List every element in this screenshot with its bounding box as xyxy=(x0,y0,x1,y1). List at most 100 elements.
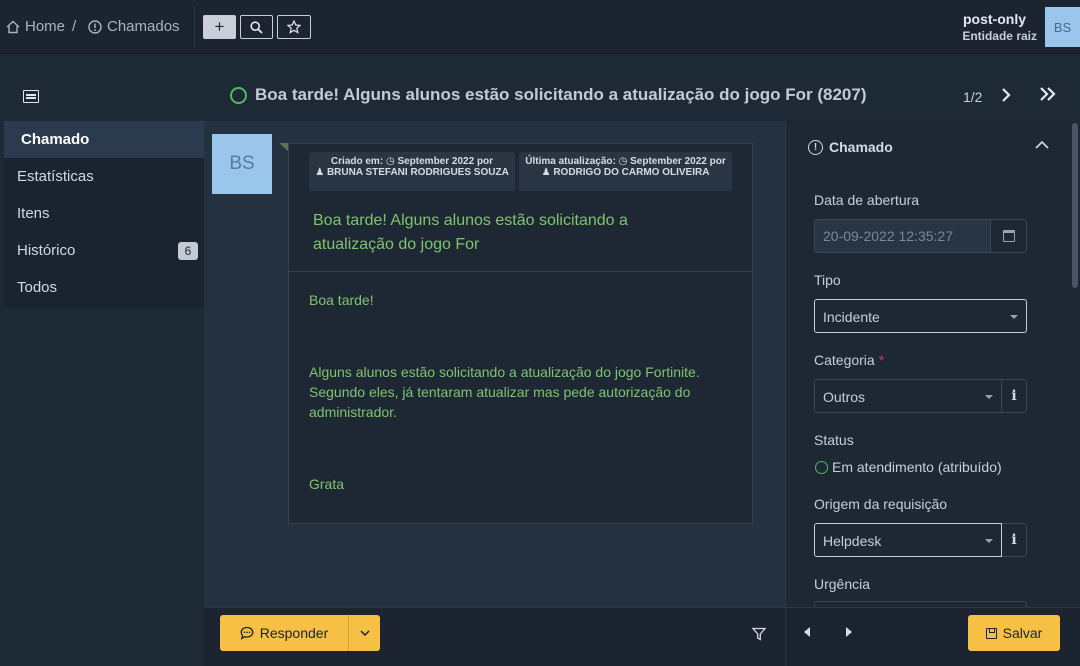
ticket-title: Boa tarde! Alguns alunos estão solicitan… xyxy=(230,85,866,105)
sidebar-item-estatisticas[interactable]: Estatísticas xyxy=(4,158,204,195)
sidebar-item-todos[interactable]: Todos xyxy=(4,269,204,306)
user-name[interactable]: post-only xyxy=(963,11,1026,27)
sidebar-nav: Chamado Estatísticas Itens Histórico 6 T… xyxy=(4,121,204,307)
user-icon: ♟ xyxy=(315,167,325,178)
favorite-button[interactable] xyxy=(277,15,311,39)
updated-value: September 2022 por xyxy=(630,156,726,167)
calendar-icon xyxy=(1002,230,1015,242)
panel-header-label: Chamado xyxy=(829,139,893,155)
sidebar-item-label: Todos xyxy=(17,279,58,296)
search-button[interactable] xyxy=(240,15,273,39)
category-info-button[interactable]: i xyxy=(1002,379,1027,413)
sidebar-item-label: Histórico xyxy=(17,242,76,259)
category-select-value: Outros xyxy=(823,389,866,405)
sidebar-item-historico[interactable]: Histórico 6 xyxy=(4,232,204,269)
info-icon: i xyxy=(1011,388,1017,404)
status-circle-icon xyxy=(815,460,828,474)
home-icon xyxy=(6,20,20,33)
plus-icon: + xyxy=(214,17,225,36)
sidebar-item-label: Chamado xyxy=(21,131,90,148)
type-select-value: Incidente xyxy=(823,309,880,325)
category-label-text: Categoria xyxy=(814,352,875,368)
alert-circle-icon xyxy=(88,19,102,34)
top-bar: Home / Chamados + post-only Entidade rai… xyxy=(0,0,1080,54)
origin-select-value: Helpdesk xyxy=(823,533,882,549)
category-label: Categoria * xyxy=(814,352,884,368)
origin-info-button[interactable]: i xyxy=(1002,523,1027,557)
alert-circle-icon: ! xyxy=(808,139,823,155)
sidebar-item-itens[interactable]: Itens xyxy=(4,195,204,232)
sidebar-item-label: Estatísticas xyxy=(17,168,94,185)
status-label: Status xyxy=(814,432,854,448)
created-by[interactable]: BRUNA STEFANI RODRIGUES SOUZA xyxy=(327,167,509,178)
breadcrumb-home[interactable]: Home xyxy=(6,18,65,35)
chevron-up-icon xyxy=(1035,140,1049,149)
divider xyxy=(289,271,752,272)
ticket-title-text: Boa tarde! Alguns alunos estão solicitan… xyxy=(255,85,867,104)
card-pointer xyxy=(279,143,288,151)
next-arrow-icon[interactable] xyxy=(846,627,852,637)
panel-header[interactable]: ! Chamado xyxy=(808,139,893,155)
info-icon: i xyxy=(1011,532,1017,548)
scrollbar-thumb[interactable] xyxy=(1072,123,1078,288)
user-icon: ♟ xyxy=(541,167,551,178)
filter-icon[interactable] xyxy=(752,627,766,641)
body-paragraph: Alguns alunos estão solicitando a atuali… xyxy=(309,364,700,420)
category-select[interactable]: Outros xyxy=(814,379,1002,413)
last-ticket-button[interactable] xyxy=(1039,85,1057,108)
updated-by[interactable]: RODRIGO DO CARMO OLIVEIRA xyxy=(553,167,709,178)
breadcrumb-home-label: Home xyxy=(25,18,66,35)
list-toggle-icon[interactable] xyxy=(23,90,39,103)
calendar-button[interactable] xyxy=(990,219,1027,253)
double-chevron-right-icon xyxy=(1040,87,1056,101)
pager-count: 1/2 xyxy=(963,89,983,105)
next-ticket-button[interactable] xyxy=(1000,86,1012,109)
breadcrumb-separator: / xyxy=(72,18,77,35)
card-body: Boa tarde! Alguns alunos estão solicitan… xyxy=(309,290,739,494)
created-meta: Criado em: ◷ September 2022 por ♟ BRUNA … xyxy=(309,152,515,191)
updated-label: Última atualização: xyxy=(525,156,616,167)
collapse-button[interactable] xyxy=(1035,137,1049,155)
body-paragraph: Grata xyxy=(309,476,345,492)
divider xyxy=(194,6,195,48)
save-button[interactable]: Salvar xyxy=(968,615,1060,651)
origin-label: Origem da requisição xyxy=(814,496,948,512)
created-value: September 2022 por xyxy=(397,156,494,167)
chevron-right-icon xyxy=(1002,88,1011,102)
chevron-down-icon xyxy=(359,630,370,637)
type-select[interactable]: Incidente xyxy=(814,299,1027,333)
status-value-text: Em atendimento (atribuído) xyxy=(832,459,1002,475)
user-entity[interactable]: Entidade raiz xyxy=(962,29,1037,43)
breadcrumb-chamados-label: Chamados xyxy=(107,18,180,35)
type-label: Tipo xyxy=(814,272,841,288)
body-paragraph: Boa tarde! xyxy=(309,292,374,308)
status-circle-icon xyxy=(230,86,247,104)
reply-dropdown-button[interactable] xyxy=(348,615,380,651)
urgency-label: Urgência xyxy=(814,576,871,592)
reply-button-label: Responder xyxy=(259,625,329,641)
clock-icon: ◷ xyxy=(618,156,628,167)
updated-meta: Última atualização: ◷ September 2022 por… xyxy=(519,152,732,191)
save-button-label: Salvar xyxy=(1002,625,1043,641)
add-button[interactable]: + xyxy=(203,15,236,39)
card-title: Boa tarde! Alguns alunos estão solicitan… xyxy=(313,212,628,253)
opening-date-field[interactable]: 20-09-2022 12:35:27 xyxy=(814,219,990,253)
sidebar-item-chamado[interactable]: Chamado xyxy=(4,121,204,158)
sidebar-item-label: Itens xyxy=(17,205,50,222)
caret-down-icon xyxy=(985,395,993,399)
caret-down-icon xyxy=(985,539,993,543)
required-mark: * xyxy=(878,352,885,368)
opening-date-label: Data de abertura xyxy=(814,192,920,208)
reply-button[interactable]: Responder xyxy=(220,615,348,651)
save-icon xyxy=(985,627,997,639)
status-value[interactable]: Em atendimento (atribuído) xyxy=(815,459,1002,475)
breadcrumb-chamados[interactable]: Chamados xyxy=(88,18,180,35)
clock-icon: ◷ xyxy=(385,156,395,167)
search-icon xyxy=(250,20,263,34)
origin-select[interactable]: Helpdesk xyxy=(814,523,1002,557)
author-avatar: BS xyxy=(212,134,272,194)
user-avatar[interactable]: BS xyxy=(1045,7,1080,47)
previous-arrow-icon[interactable] xyxy=(804,627,810,637)
created-label: Criado em: xyxy=(330,156,384,167)
count-badge: 6 xyxy=(178,242,198,260)
